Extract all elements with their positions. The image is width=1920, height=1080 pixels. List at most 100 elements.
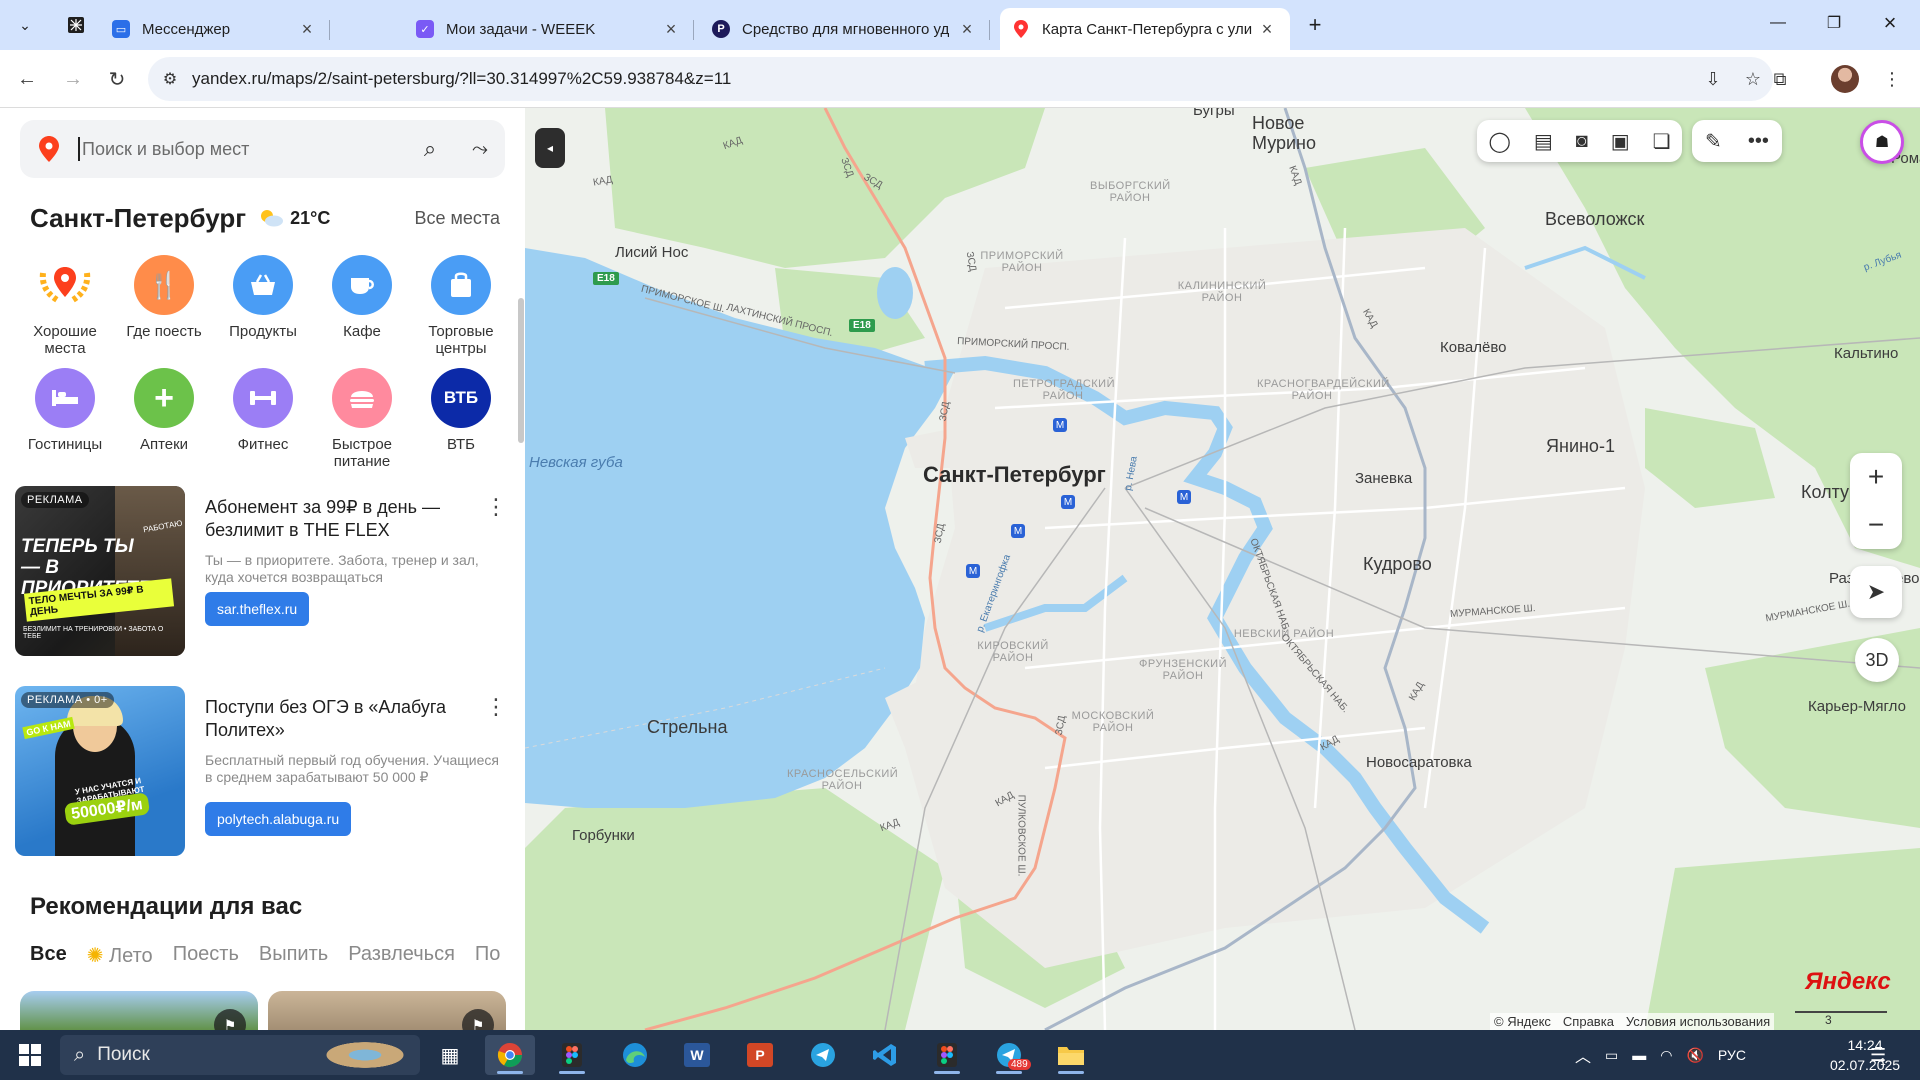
tab-messenger[interactable]: ▭ Мессенджер × (100, 8, 330, 50)
category-pharmacy[interactable]: + Аптеки (114, 368, 214, 453)
metro-icon[interactable]: M (1011, 524, 1025, 538)
ad-link-button[interactable]: polytech.alabuga.ru (205, 802, 352, 836)
vscode-icon[interactable] (860, 1035, 910, 1075)
help-link[interactable]: Справка (1563, 1014, 1614, 1029)
extensions-puzzle-icon[interactable]: ⧉ (1763, 62, 1797, 96)
close-tab-icon[interactable]: × (1256, 18, 1278, 40)
map-label-vsevolozhsk[interactable]: Всеволожск (1545, 209, 1644, 230)
collapse-panel-icon[interactable]: ◂ (535, 128, 565, 168)
yandex-logo[interactable]: Яндекс (1805, 968, 1891, 996)
meet-now-icon[interactable]: ▭ (1605, 1047, 1618, 1064)
metro-icon[interactable]: M (1061, 495, 1075, 509)
ad-card-alabuga[interactable]: GO К НАМ У НАС УЧАТСЯ И ЗАРАБАТЫВАЮТ 500… (15, 686, 515, 856)
category-good-places[interactable]: Хорошие места (15, 255, 115, 357)
my-location-arrow-icon[interactable]: ➤ (1850, 566, 1902, 618)
tab-yandex-maps[interactable]: Карта Санкт-Петербурга с ули × (1000, 8, 1290, 50)
ad-image[interactable]: ТЕПЕРЬ ТЫ — В ПРИОРИТЕТЕ ТЕЛО МЕЧТЫ ЗА 9… (15, 486, 185, 656)
rec-tab-drink[interactable]: Выпить (259, 943, 328, 968)
map-canvas[interactable]: ◂ Санкт-Петербург Невская губа Лисий Нос… (525, 108, 1920, 1030)
taskbar-search[interactable]: ⌕ Поиск (60, 1035, 420, 1075)
ad-card-theflex[interactable]: ТЕПЕРЬ ТЫ — В ПРИОРИТЕТЕ ТЕЛО МЕЧТЫ ЗА 9… (15, 486, 515, 656)
map-label-spb[interactable]: Санкт-Петербург (923, 462, 1106, 488)
rec-tab-eat[interactable]: Поесть (173, 943, 239, 968)
metro-icon[interactable]: M (1053, 418, 1067, 432)
menu-kebab-icon[interactable]: ⋮ (1875, 62, 1909, 96)
forward-arrow-icon[interactable]: → (56, 62, 90, 96)
volume-mute-icon[interactable]: 🔇 (1686, 1047, 1703, 1064)
search-input[interactable]: Поиск и выбор мест (78, 137, 405, 161)
rec-tab-fun[interactable]: Развлечься (348, 943, 455, 968)
recommendation-card[interactable]: ⚑ (20, 991, 258, 1030)
zoom-in-icon[interactable]: + (1850, 453, 1902, 501)
ad-image[interactable]: GO К НАМ У НАС УЧАТСЯ И ЗАРАБАТЫВАЮТ 500… (15, 686, 185, 856)
sidebar-scrollbar[interactable] (518, 298, 524, 443)
battery-icon[interactable]: ▬ (1632, 1047, 1646, 1063)
rec-tab-all[interactable]: Все (30, 943, 67, 968)
install-app-icon[interactable]: ⇩ (1693, 69, 1733, 90)
recommendation-card[interactable]: ⚑ (268, 991, 506, 1030)
weather[interactable]: 21°C (258, 208, 330, 229)
terms-link[interactable]: Условия использования (1626, 1014, 1770, 1029)
rec-tab-summer[interactable]: ✺ Лето (87, 943, 153, 968)
figma-icon[interactable] (547, 1035, 597, 1075)
map-label-yanino[interactable]: Янино-1 (1546, 436, 1615, 457)
map-label-kudrovo[interactable]: Кудрово (1363, 554, 1432, 575)
category-food[interactable]: 🍴 Где поесть (114, 255, 214, 340)
map-label-kovalevo[interactable]: Ковалёво (1440, 339, 1506, 356)
new-tab-plus-icon[interactable]: + (1300, 12, 1330, 38)
close-tab-icon[interactable]: × (956, 18, 978, 40)
windows-start-icon[interactable] (10, 1038, 50, 1072)
all-places-link[interactable]: Все места (415, 208, 500, 229)
map-label-strelna[interactable]: Стрельна (647, 717, 728, 738)
map-scheme-icon[interactable]: ◯ (1488, 129, 1510, 154)
wifi-icon[interactable]: ◠ (1660, 1047, 1672, 1064)
category-fitness[interactable]: Фитнес (213, 368, 313, 453)
search-box[interactable]: Поиск и выбор мест ⌕ ⤳ (20, 120, 505, 178)
ad-title[interactable]: Абонемент за 99₽ в день — безлимит в THE… (205, 496, 495, 542)
map-satellite-icon[interactable]: ▤ (1534, 129, 1553, 154)
restore-icon[interactable]: ❐ (1806, 0, 1862, 46)
map-label-karer[interactable]: Карьер-Мягло (1808, 698, 1906, 715)
transport-bus-icon[interactable]: ▣ (1611, 129, 1630, 154)
close-tab-icon[interactable]: × (660, 18, 682, 40)
site-settings-icon[interactable]: ⚙ (148, 69, 192, 89)
reload-icon[interactable]: ↻ (100, 62, 134, 96)
figma-icon[interactable] (922, 1035, 972, 1075)
more-dots-icon[interactable]: ••• (1748, 130, 1769, 153)
map-label-bugry[interactable]: Бугры (1193, 108, 1235, 119)
tab-weeek[interactable]: ✓ Мои задачи - WEEEK × (404, 8, 694, 50)
word-icon[interactable]: W (672, 1035, 722, 1075)
3d-toggle-button[interactable]: 3D (1855, 638, 1899, 682)
map-label-koltushi[interactable]: Колту (1801, 482, 1849, 503)
search-icon[interactable]: ⌕ (405, 124, 455, 174)
map-label-lisiy-nos[interactable]: Лисий Нос (615, 244, 688, 261)
ad-title[interactable]: Поступи без ОГЭ в «Алабуга Политех» (205, 696, 495, 742)
user-avatar-button[interactable]: ☗ (1860, 120, 1904, 164)
bookmark-icon[interactable]: ⚑ (462, 1009, 494, 1030)
metro-icon[interactable]: M (966, 564, 980, 578)
file-explorer-icon[interactable] (1046, 1035, 1096, 1075)
panorama-camera-icon[interactable]: ◙ (1576, 130, 1588, 153)
url-text[interactable]: yandex.ru/maps/2/saint-petersburg/?ll=30… (192, 69, 1693, 89)
address-bar[interactable]: ⚙ yandex.ru/maps/2/saint-petersburg/?ll=… (148, 57, 1773, 101)
ruler-icon[interactable]: ✎ (1705, 129, 1722, 154)
layers-icon[interactable]: ❏ (1653, 129, 1671, 154)
clock[interactable]: 14:24 02.07.2025 (1830, 1035, 1900, 1075)
back-arrow-icon[interactable]: ← (10, 62, 44, 96)
close-window-icon[interactable]: × (1862, 0, 1918, 46)
map-label-murino[interactable]: Новое Мурино (1252, 113, 1316, 153)
map-label-novosaratovka[interactable]: Новосаратовка (1366, 754, 1472, 771)
notification-center-icon[interactable]: ☰ 1 (1870, 1030, 1886, 1080)
profile-avatar[interactable] (1831, 65, 1859, 93)
edge-icon[interactable] (610, 1035, 660, 1075)
telegram-icon[interactable] (798, 1035, 848, 1075)
category-malls[interactable]: Торговые центры (411, 255, 511, 357)
map-label-kaltino[interactable]: Кальтино (1834, 345, 1898, 362)
route-icon[interactable]: ⤳ (455, 124, 505, 174)
close-tab-icon[interactable]: × (296, 18, 318, 40)
map-label-zanevka[interactable]: Заневка (1355, 470, 1412, 487)
telegram-icon[interactable]: 489 (984, 1035, 1034, 1075)
category-hotels[interactable]: Гостиницы (15, 368, 115, 453)
tab-instant-tool[interactable]: P Средство для мгновенного уд × (700, 8, 990, 50)
category-vtb[interactable]: ВТБ ВТБ (411, 368, 511, 453)
